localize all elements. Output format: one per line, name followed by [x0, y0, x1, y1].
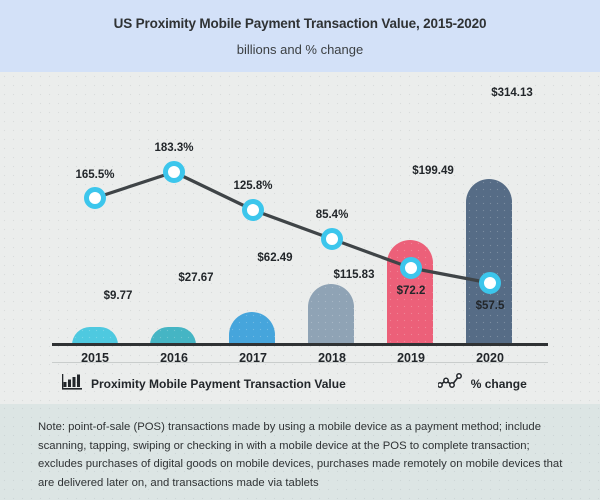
legend-item-percent-change[interactable]: % change [436, 373, 527, 395]
chart-page: US Proximity Mobile Payment Transaction … [0, 0, 600, 500]
pct-label-2017: 125.8% [233, 180, 273, 192]
x-axis-line [52, 343, 548, 346]
bar-value-2020: $314.13 [491, 87, 533, 99]
chart-plot-area: $9.77 $27.67 $62.49 $115.83 $199.49 $314… [0, 72, 600, 404]
bar-value-2017: $62.49 [257, 252, 293, 264]
bar-value-2018: $115.83 [333, 269, 375, 281]
chart-footnote: Note: point-of-sale (POS) transactions m… [0, 404, 600, 500]
labels-layer: $9.77 $27.67 $62.49 $115.83 $199.49 $314… [0, 72, 600, 404]
footnote-text: Note: point-of-sale (POS) transactions m… [38, 421, 563, 489]
chart-header: US Proximity Mobile Payment Transaction … [0, 0, 600, 72]
legend-label-transaction-value: Proximity Mobile Payment Transaction Val… [91, 377, 346, 391]
pct-label-2018: 85.4% [315, 209, 349, 221]
bar-value-2015: $9.77 [103, 290, 133, 302]
chart-title: US Proximity Mobile Payment Transaction … [113, 16, 487, 31]
bar-value-2016: $27.67 [178, 272, 214, 284]
legend-label-percent-change: % change [470, 377, 527, 391]
pct-label-2020: $57.5 [475, 300, 505, 312]
bar-chart-icon [62, 373, 82, 395]
pct-label-2019: $72.2 [396, 285, 426, 297]
legend-item-transaction-value[interactable]: Proximity Mobile Payment Transaction Val… [62, 373, 346, 395]
pct-label-2015: 165.5% [75, 169, 115, 181]
pct-label-2016: 183.3% [154, 142, 194, 154]
bar-value-2019: $199.49 [412, 165, 454, 177]
chart-legend: Proximity Mobile Payment Transaction Val… [0, 362, 600, 406]
chart-subtitle: billions and % change [236, 42, 364, 57]
line-chart-icon [436, 373, 462, 395]
